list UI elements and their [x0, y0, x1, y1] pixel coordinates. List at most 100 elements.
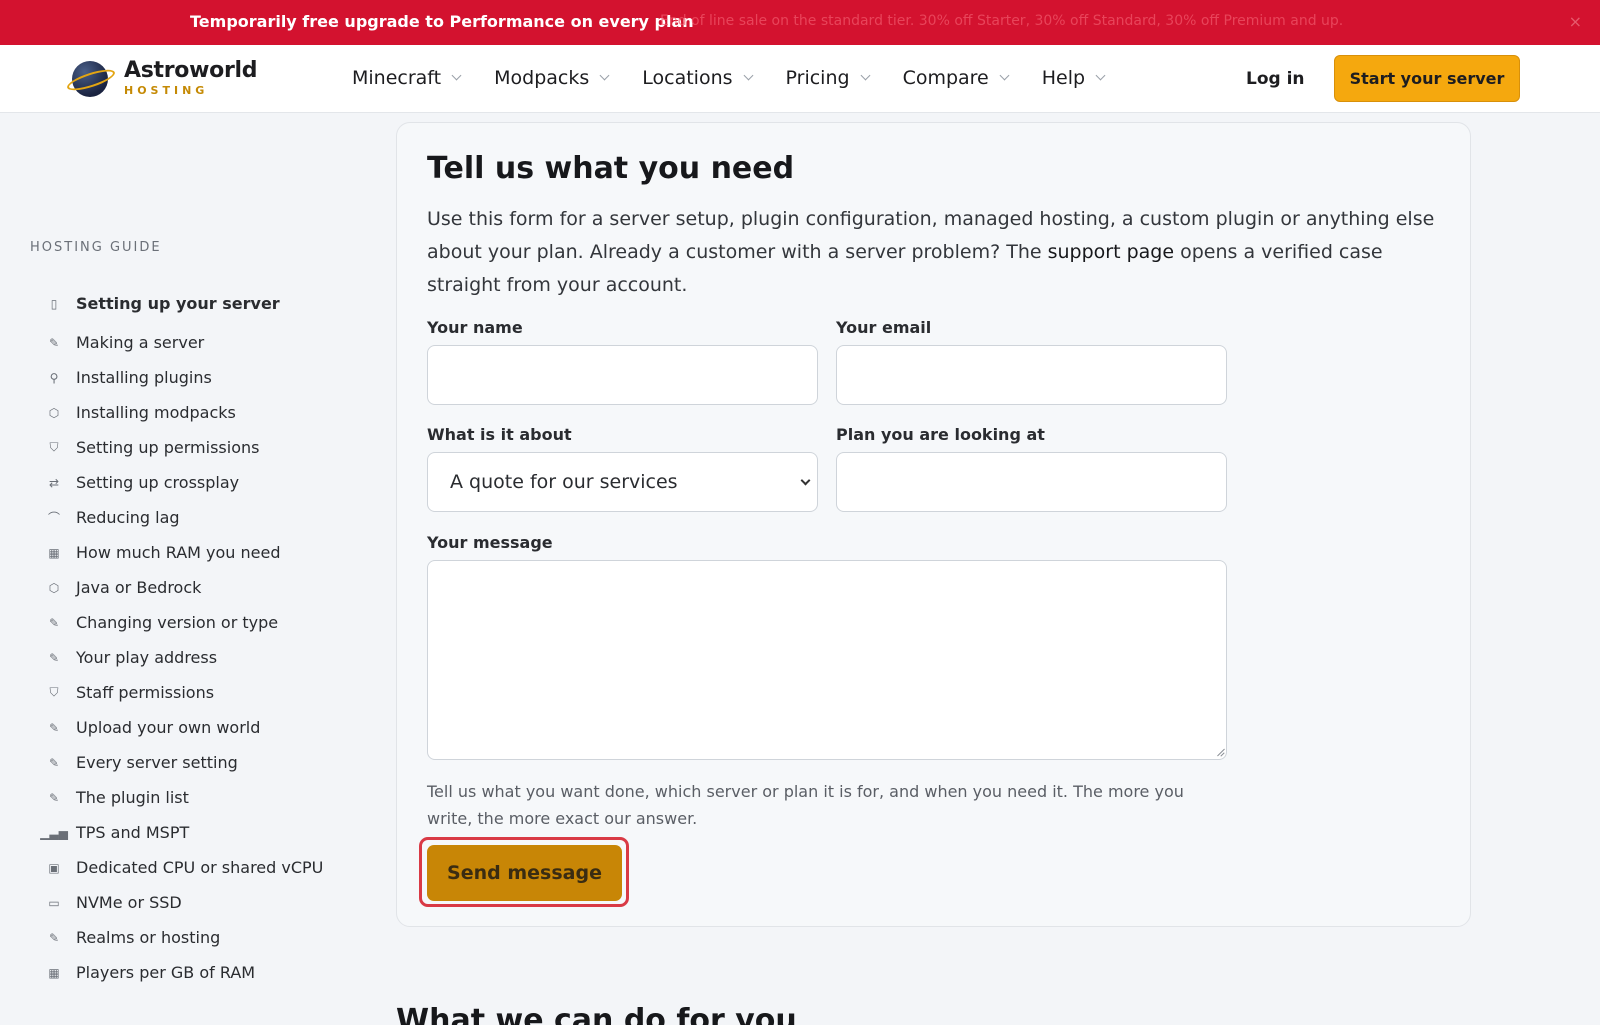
sidebar-item[interactable]: ⇄ Setting up crossplay [30, 465, 350, 500]
sidebar-item-label: Making a server [76, 333, 205, 352]
promo-headline: Temporarily free upgrade to Performance … [190, 12, 694, 31]
wrench-icon: ✎ [48, 650, 60, 665]
menu-locations[interactable]: Locations [642, 67, 753, 89]
sidebar-item[interactable]: ✎ Your play address [30, 640, 350, 675]
sidebar-item-label: Reducing lag [76, 508, 180, 527]
plan-label: Plan you are looking at [836, 425, 1045, 444]
menu-label: Locations [642, 67, 733, 89]
sidebar-item-label: Dedicated CPU or shared vCPU [76, 858, 324, 877]
sidebar-item-label: Staff permissions [76, 683, 215, 702]
sidebar-item-label: TPS and MSPT [76, 823, 190, 842]
chevron-down-icon [999, 70, 1010, 81]
topic-select[interactable]: A quote for our services [427, 452, 818, 512]
menu-label: Pricing [785, 67, 850, 89]
sidebar-list: ▯ Setting up your server ✎ Making a server ⚲… [30, 283, 350, 990]
email-input[interactable] [836, 345, 1227, 405]
sidebar-item-label: Installing modpacks [76, 403, 236, 422]
sidebar-item-label: Your play address [76, 648, 218, 667]
sidebar-item[interactable]: ▯ Setting up your server [30, 283, 350, 324]
menu-help[interactable]: Help [1041, 67, 1106, 89]
sidebar-item[interactable]: ⚲ Installing plugins [30, 360, 350, 395]
wrench-icon: ✎ [48, 930, 60, 945]
book-icon: ▯ [50, 296, 58, 311]
resize-handle-icon[interactable] [1214, 747, 1224, 757]
chevron-down-icon [800, 475, 811, 486]
shield-icon: ⛉ [49, 440, 59, 454]
brand-subtitle: HOSTING [124, 84, 209, 97]
sidebar-item[interactable]: ⛉ Staff permissions [30, 675, 350, 710]
sidebar-item[interactable]: ⌒ Reducing lag [30, 500, 350, 535]
name-input[interactable] [427, 345, 818, 405]
promo-banner: Temporarily free upgrade to Performance … [0, 0, 1600, 45]
planet-logo-icon [65, 59, 117, 97]
plan-input[interactable] [836, 452, 1227, 512]
login-link[interactable]: Log in [1246, 69, 1305, 89]
sidebar-item-label: Upload your own world [76, 718, 261, 737]
sidebar-item[interactable]: ▣ Dedicated CPU or shared vCPU [30, 850, 350, 885]
sidebar-item-label: Setting up permissions [76, 438, 260, 457]
top-navigation: Astroworld HOSTING Minecraft Modpacks Lo… [0, 45, 1600, 113]
wrench-icon: ✎ [48, 615, 60, 630]
sidebar-item-label: Setting up your server [76, 294, 280, 313]
sidebar-item[interactable]: ✎ Every server setting [30, 745, 350, 780]
menu-pricing[interactable]: Pricing [785, 67, 871, 89]
sidebar-item-label: The plugin list [76, 788, 189, 807]
menu-compare[interactable]: Compare [903, 67, 1010, 89]
memory-icon: ▦ [48, 965, 60, 980]
brand-name: Astroworld [124, 58, 258, 83]
chevron-down-icon [1095, 70, 1106, 81]
sidebar-item-label: Players per GB of RAM [76, 963, 256, 982]
hosting-guide-sidebar: HOSTING GUIDE ▯ Setting up your server ✎ Ma… [30, 240, 350, 990]
topic-label: What is it about [427, 425, 572, 444]
shield-icon: ⛉ [49, 685, 59, 699]
cube-icon: ⬡ [48, 405, 60, 420]
support-page-link[interactable]: support page [1048, 241, 1174, 263]
chevron-down-icon [599, 70, 610, 81]
email-label: Your email [836, 318, 932, 337]
sidebar-item[interactable]: ⬡ Java or Bedrock [30, 570, 350, 605]
swap-icon: ⇄ [48, 475, 60, 490]
start-server-button[interactable]: Start your server [1334, 55, 1520, 102]
sidebar-item-label: NVMe or SSD [76, 893, 182, 912]
sidebar-item[interactable]: ✎ Upload your own world [30, 710, 350, 745]
message-textarea[interactable] [427, 560, 1227, 760]
chevron-down-icon [743, 70, 753, 81]
name-label: Your name [427, 318, 523, 337]
wrench-icon: ✎ [48, 790, 60, 805]
drive-icon: ▭ [48, 895, 60, 910]
contact-form-card: Tell us what you need Use this form for … [396, 122, 1471, 927]
cube-icon: ⬡ [48, 580, 60, 595]
message-help-text: Tell us what you want done, which server… [427, 782, 1184, 828]
sidebar-item[interactable]: ▦ Players per GB of RAM [30, 955, 350, 990]
sidebar-item-label: Setting up crossplay [76, 473, 240, 492]
topic-selected-value: A quote for our services [450, 471, 678, 493]
promo-details: End of line sale on the standard tier. 3… [660, 13, 1344, 29]
brand-logo[interactable]: Astroworld HOSTING [65, 58, 258, 97]
sidebar-item[interactable]: ✎ Realms or hosting [30, 920, 350, 955]
section-heading: What we can do for you [396, 1003, 797, 1025]
wrench-icon: ✎ [48, 720, 60, 735]
chevron-down-icon [860, 70, 871, 81]
cpu-icon: ▣ [48, 860, 60, 875]
sidebar-item[interactable]: ▭ NVMe or SSD [30, 885, 350, 920]
plug-icon: ⚲ [49, 370, 59, 385]
close-icon[interactable]: × [1569, 12, 1582, 31]
menu-label: Help [1041, 67, 1086, 89]
sidebar-heading: HOSTING GUIDE [30, 240, 162, 255]
menu-minecraft[interactable]: Minecraft [352, 67, 462, 89]
sidebar-item[interactable]: ✎ Changing version or type [30, 605, 350, 640]
send-message-button[interactable]: Send message [427, 845, 622, 901]
sidebar-item-label: Realms or hosting [76, 928, 221, 947]
menu-label: Minecraft [352, 67, 442, 89]
sidebar-item[interactable]: ⬡ Installing modpacks [30, 395, 350, 430]
sidebar-item[interactable]: ▦ How much RAM you need [30, 535, 350, 570]
sidebar-item-label: Installing plugins [76, 368, 212, 387]
wrench-icon: ✎ [48, 335, 60, 350]
sidebar-item-label: Java or Bedrock [76, 578, 202, 597]
sidebar-item[interactable]: ✎ The plugin list [30, 780, 350, 815]
main-menu: Minecraft Modpacks Locations Pricing Com… [352, 67, 1138, 89]
sidebar-item[interactable]: ✎ Making a server [30, 325, 350, 360]
sidebar-item[interactable]: ⛉ Setting up permissions [30, 430, 350, 465]
menu-modpacks[interactable]: Modpacks [494, 67, 610, 89]
sidebar-item[interactable]: ▁▃▅ TPS and MSPT [30, 815, 350, 850]
